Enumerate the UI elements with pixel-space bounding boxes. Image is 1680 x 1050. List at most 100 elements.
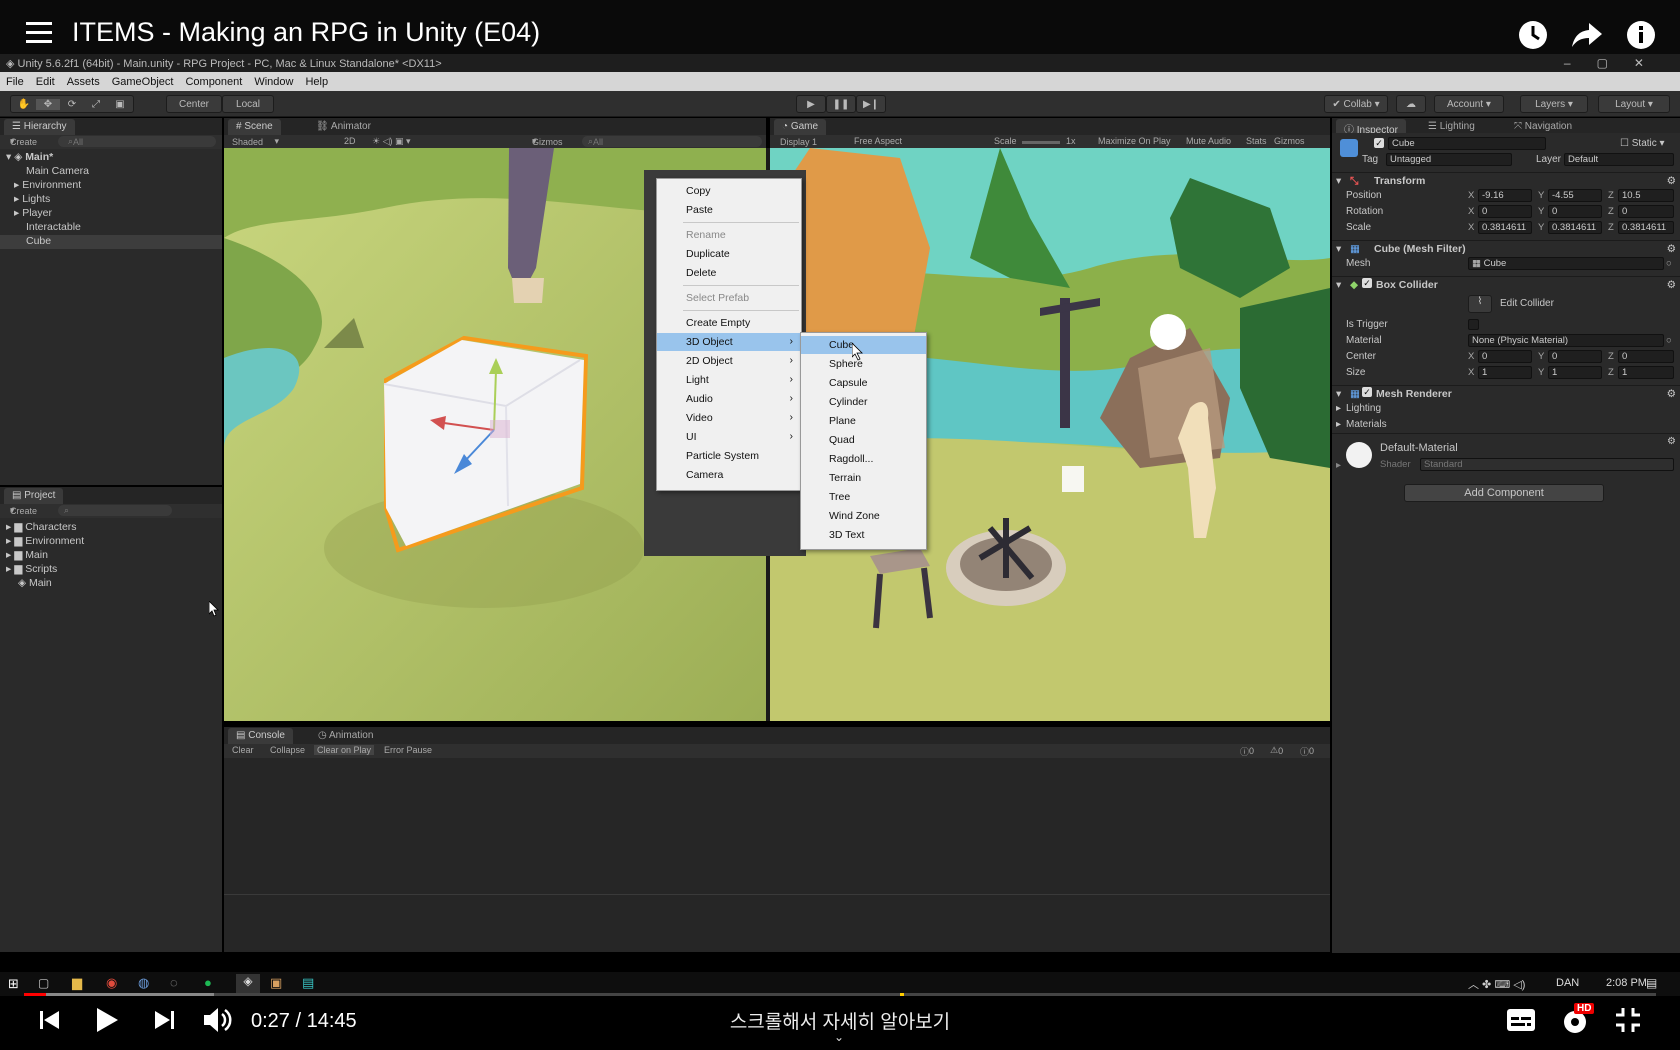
console-clear-button[interactable]: Clear	[232, 745, 254, 755]
submenu-item-capsule[interactable]: Capsule	[801, 374, 926, 392]
tab-game[interactable]: ◔ Game	[774, 119, 827, 135]
volume-icon[interactable]	[202, 1005, 234, 1040]
chevron-down-icon[interactable]: ⌄	[834, 1030, 844, 1044]
menu-help[interactable]: Help	[299, 73, 334, 88]
submenu-item-terrain[interactable]: Terrain	[801, 469, 926, 487]
menu-item-light[interactable]: Light ›	[657, 371, 801, 389]
menu-item-camera[interactable]: Camera	[657, 466, 801, 484]
menu-item-delete[interactable]: Delete	[657, 264, 801, 282]
project-folder[interactable]: ▸ ▆ Environment	[0, 535, 222, 549]
notifications-icon[interactable]: ▤	[1646, 976, 1657, 990]
submenu-item-quad[interactable]: Quad	[801, 431, 926, 449]
stats-toggle[interactable]: Stats	[1246, 136, 1267, 146]
console-error-pause-toggle[interactable]: Error Pause	[384, 745, 432, 755]
maximize-on-play-toggle[interactable]: Maximize On Play	[1098, 136, 1171, 146]
static-toggle[interactable]: ☐ Static ▾	[1620, 138, 1665, 149]
exit-fullscreen-icon[interactable]	[1614, 1006, 1642, 1039]
component-settings-icon[interactable]: ⚙	[1667, 279, 1676, 291]
component-settings-icon[interactable]: ⚙	[1667, 436, 1676, 447]
is-trigger-checkbox[interactable]	[1468, 319, 1479, 330]
submenu-item-cylinder[interactable]: Cylinder	[801, 393, 926, 411]
windows-start-icon[interactable]: ⊞	[8, 976, 19, 992]
mesh-filter-header[interactable]: ▾ ▦ Cube (Mesh Filter) ⚙	[1332, 240, 1680, 256]
next-icon[interactable]	[152, 1008, 176, 1037]
scene-root[interactable]: ▾ ◈ Main*	[0, 151, 222, 165]
tab-project[interactable]: ▤ Project	[4, 488, 64, 504]
share-icon[interactable]	[1570, 18, 1604, 52]
tab-scene[interactable]: # Scene	[228, 119, 281, 135]
size-z-field[interactable]: 1	[1618, 366, 1674, 379]
menu-item-ui[interactable]: UI ›	[657, 428, 801, 446]
object-picker-icon[interactable]: ○	[1666, 335, 1672, 346]
layout-dropdown[interactable]: Layout ▾	[1598, 95, 1670, 113]
toggle-2d-button[interactable]: 2D	[344, 136, 356, 146]
console-log-area[interactable]	[224, 758, 1330, 952]
hierarchy-item[interactable]: Main Camera	[0, 165, 222, 179]
project-folder[interactable]: ▸ ▆ Main	[0, 549, 222, 563]
rotation-y-field[interactable]: 0	[1548, 205, 1602, 218]
tab-hierarchy[interactable]: ☰ Hierarchy	[4, 119, 75, 135]
menu-assets[interactable]: Assets	[61, 73, 106, 88]
lighting-toggle-icon[interactable]: ☀ ◁) ▣ ▾	[372, 136, 411, 147]
hierarchy-item-selected[interactable]: Cube	[0, 235, 222, 249]
video-title[interactable]: ITEMS - Making an RPG in Unity (E04)	[72, 17, 540, 48]
project-scene-file[interactable]: ◈ Main	[0, 577, 222, 591]
cloud-icon[interactable]: ☁	[1396, 95, 1426, 113]
active-checkbox[interactable]: ✓	[1374, 138, 1384, 148]
component-settings-icon[interactable]: ⚙	[1667, 388, 1676, 400]
rotation-z-field[interactable]: 0	[1618, 205, 1674, 218]
layers-dropdown[interactable]: Layers ▾	[1520, 95, 1588, 113]
menu-window[interactable]: Window	[248, 73, 299, 88]
pivot-local-button[interactable]: Local	[222, 95, 274, 113]
project-folder[interactable]: ▸ ▆ Characters	[0, 521, 222, 535]
system-tray-icons[interactable]: ︿ ✤ ⌨ ◁)	[1468, 976, 1525, 992]
step-button[interactable]: ▶❙	[856, 95, 886, 113]
add-component-button[interactable]: Add Component	[1404, 484, 1604, 502]
console-log-count[interactable]: ⓘ 0	[1240, 745, 1254, 758]
file-explorer-icon[interactable]: ▆	[72, 975, 82, 991]
center-y-field[interactable]: 0	[1548, 350, 1602, 363]
browser-icon[interactable]: ◍	[138, 975, 149, 991]
menu-item-2d-object[interactable]: 2D Object ›	[657, 352, 801, 370]
foldout-arrow-icon[interactable]: ▾	[1336, 243, 1341, 255]
submenu-item-plane[interactable]: Plane	[801, 412, 926, 430]
mesh-renderer-header[interactable]: ▾ ▦ ✓ Mesh Renderer ⚙	[1332, 385, 1680, 401]
materials-foldout[interactable]: ▸ Materials	[1332, 417, 1680, 432]
unity-taskbar-icon[interactable]: ◈	[236, 974, 260, 994]
menu-item-duplicate[interactable]: Duplicate	[657, 245, 801, 263]
menu-item-audio[interactable]: Audio ›	[657, 390, 801, 408]
scale-x-field[interactable]: 0.3814611	[1478, 221, 1532, 234]
position-z-field[interactable]: 10.5	[1618, 189, 1674, 202]
tab-animator[interactable]: ⛓ Animator	[308, 119, 379, 135]
console-collapse-button[interactable]: Collapse	[270, 745, 305, 755]
center-x-field[interactable]: 0	[1478, 350, 1532, 363]
project-search-input[interactable]: ⌕	[58, 505, 172, 516]
scale-slider[interactable]	[1022, 141, 1060, 144]
component-settings-icon[interactable]: ⚙	[1667, 243, 1676, 255]
system-clock[interactable]: 2:08 PM	[1606, 977, 1647, 989]
object-picker-icon[interactable]: ○	[1666, 258, 1672, 269]
window-controls[interactable]: –▢✕	[1564, 56, 1670, 70]
menu-item-particle-system[interactable]: Particle System	[657, 447, 801, 465]
object-name-field[interactable]: Cube	[1388, 137, 1546, 150]
rect-tool-icon[interactable]: ▣	[108, 99, 132, 110]
transform-tools[interactable]: ✋ ✥ ⟳ ⤢ ▣	[10, 95, 134, 113]
menu-item-copy[interactable]: Copy	[657, 182, 801, 200]
app-icon[interactable]: ◌	[170, 975, 178, 990]
foldout-arrow-icon[interactable]: ▸	[1336, 419, 1341, 430]
console-error-count[interactable]: ⓘ 0	[1300, 745, 1314, 758]
rotation-x-field[interactable]: 0	[1478, 205, 1532, 218]
submenu-item-3d-text[interactable]: 3D Text	[801, 526, 926, 544]
game-gizmos-dropdown[interactable]: Gizmos	[1274, 136, 1305, 146]
submenu-item-ragdoll[interactable]: Ragdoll...	[801, 450, 926, 468]
mesh-renderer-enabled-checkbox[interactable]: ✓	[1362, 387, 1372, 397]
size-y-field[interactable]: 1	[1548, 366, 1602, 379]
foldout-arrow-icon[interactable]: ▾	[1336, 279, 1341, 291]
play-icon[interactable]	[94, 1006, 120, 1039]
project-folder[interactable]: ▸ ▆ Scripts	[0, 563, 222, 577]
tag-dropdown[interactable]: Untagged	[1386, 153, 1512, 166]
menu-gameobject[interactable]: GameObject	[106, 73, 180, 88]
console-clear-on-play-toggle[interactable]: Clear on Play	[314, 745, 375, 755]
box-collider-header[interactable]: ▾ ◆ ✓ Box Collider ⚙	[1332, 276, 1680, 292]
component-settings-icon[interactable]: ⚙	[1667, 175, 1676, 187]
